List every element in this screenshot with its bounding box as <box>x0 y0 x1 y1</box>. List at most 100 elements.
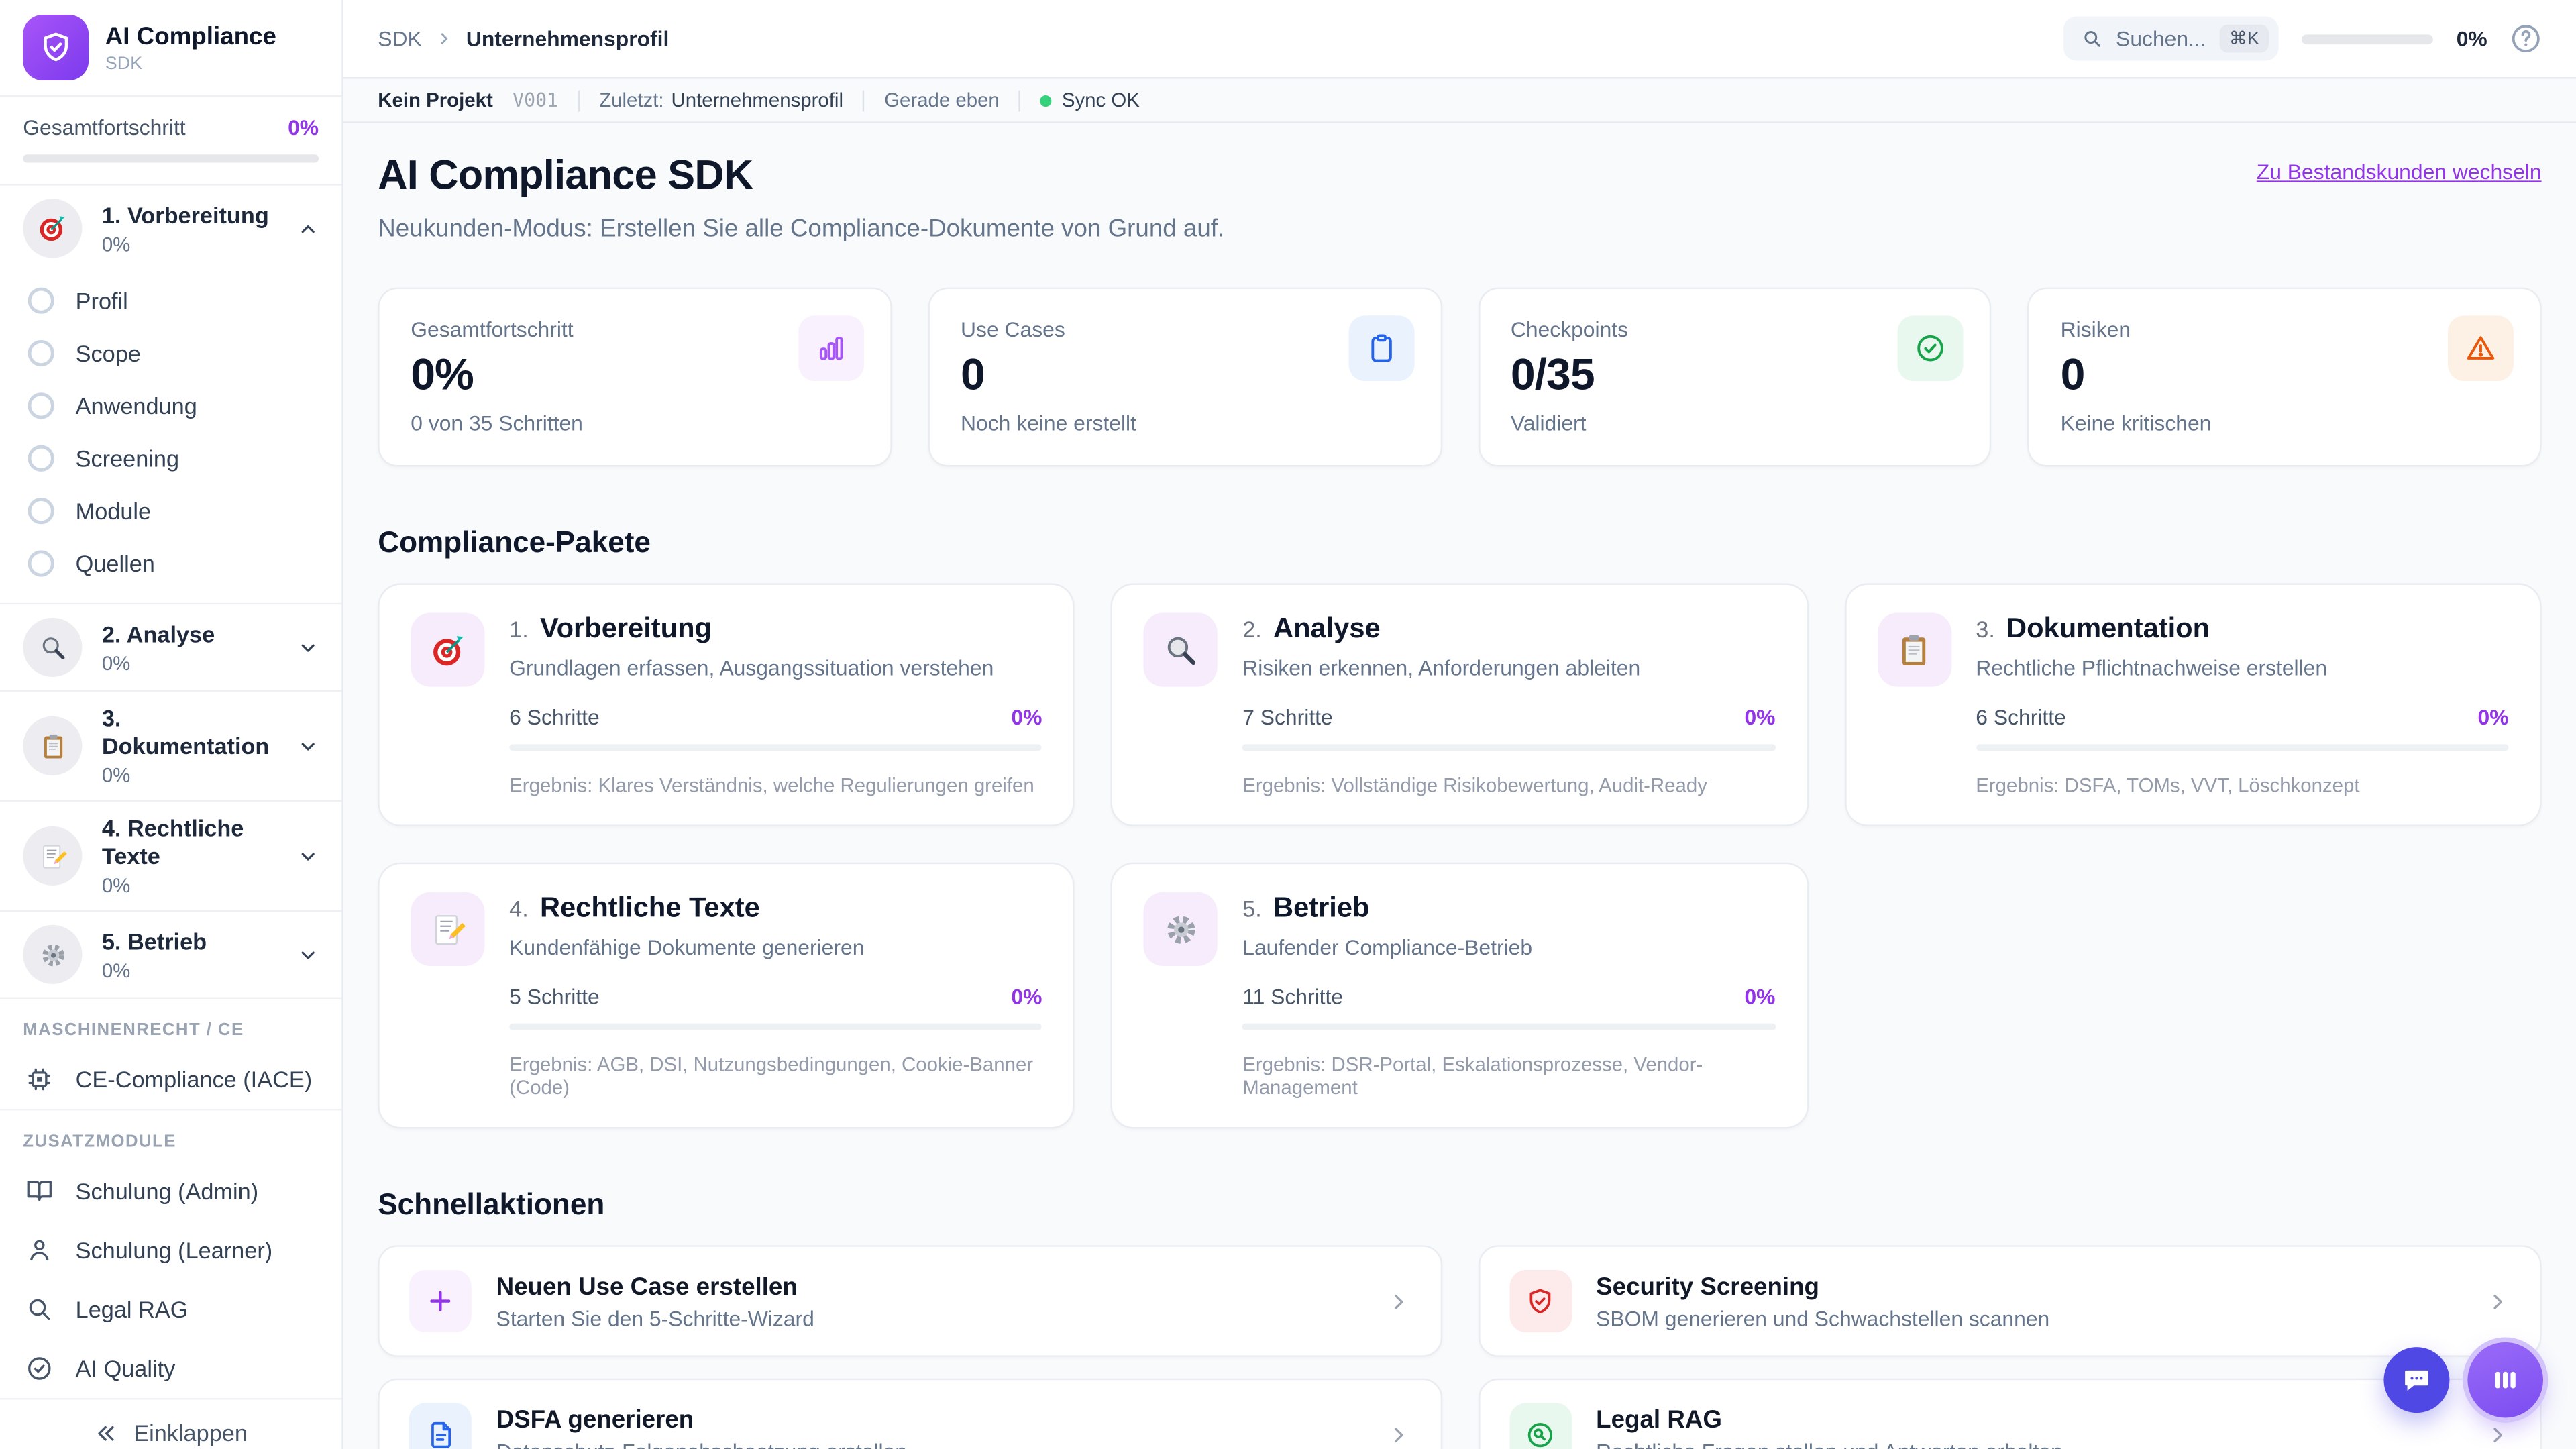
quick-action-legal-rag[interactable]: Legal RAG Rechtliche Fragen stellen und … <box>1477 1378 2542 1449</box>
sidebar-section-block-vorbereitung: 1. Vorbereitung 0% Profil Scope Anwendun… <box>0 186 342 605</box>
group-label: ZUSATZMODULE <box>23 1132 176 1152</box>
chat-bubble-icon <box>2400 1364 2433 1397</box>
package-card-rechtliche-texte[interactable]: 4. Rechtliche Texte Kundenfähige Dokumen… <box>378 862 1075 1129</box>
breadcrumb-chevron-icon <box>435 30 453 48</box>
app-subtitle: SDK <box>105 53 143 73</box>
sidebar-item-ai-quality[interactable]: AI Quality <box>0 1339 341 1398</box>
stat-cards: Gesamtfortschritt 0% 0 von 35 Schritten … <box>378 287 2542 467</box>
stat-card-gesamtfortschritt: Gesamtfortschritt 0% 0 von 35 Schritten <box>378 287 892 467</box>
columns-icon <box>2489 1364 2522 1397</box>
rag-search-icon <box>1509 1403 1572 1449</box>
collapse-sidebar-button[interactable]: Einklappen <box>94 1419 248 1446</box>
chevron-right-icon <box>2485 1422 2510 1447</box>
sidebar-item-profil[interactable]: Profil <box>0 274 341 327</box>
header-progress-percent: 0% <box>2456 26 2487 51</box>
version-badge: V001 <box>513 89 559 112</box>
package-progress-bar <box>1242 1023 1776 1030</box>
chevron-down-icon <box>297 944 319 965</box>
package-card-vorbereitung[interactable]: 1. Vorbereitung Grundlagen erfassen, Aus… <box>378 583 1075 826</box>
divider <box>863 89 865 111</box>
step-circle-icon <box>28 287 54 314</box>
step-circle-icon <box>28 550 54 577</box>
breadcrumb-current: Unternehmensprofil <box>466 26 669 51</box>
double-chevron-left-icon <box>94 1420 119 1445</box>
sidebar-item-ce-compliance[interactable]: CE-Compliance (IACE) <box>0 1050 341 1109</box>
sidebar-group-zusatzmodule: ZUSATZMODULE Schulung (Admin) Schulung (… <box>0 1111 341 1399</box>
sidebar-section-analyse[interactable]: 2. Analyse 0% <box>0 604 342 692</box>
memo-icon <box>411 892 485 967</box>
step-circle-icon <box>28 392 54 419</box>
keyboard-shortcut-badge: ⌘K <box>2219 24 2269 53</box>
chevron-down-icon <box>297 735 319 757</box>
sidebar-section-rechtliche-texte[interactable]: 4. Rechtliche Texte 0% <box>0 802 342 912</box>
book-icon <box>23 1175 56 1208</box>
app-logo-block: AI Compliance SDK <box>0 0 342 97</box>
sidebar-item-module[interactable]: Module <box>0 484 341 537</box>
overall-progress-percent: 0% <box>288 115 319 140</box>
sidebar-item-screening[interactable]: Screening <box>0 432 341 484</box>
package-progress-bar <box>1976 744 2509 751</box>
chevron-down-icon <box>297 637 319 658</box>
sidebar-item-schulung-admin[interactable]: Schulung (Admin) <box>0 1161 341 1220</box>
clipboard-icon <box>23 716 83 775</box>
sidebar-section-dokumentation[interactable]: 3. Dokumentation 0% <box>0 692 342 802</box>
target-icon <box>411 612 485 687</box>
sidebar-item-anwendung[interactable]: Anwendung <box>0 380 341 432</box>
package-card-betrieb[interactable]: 5. Betrieb Laufender Compliance-Betrieb … <box>1111 862 1809 1129</box>
section-title: 1. Vorbereitung <box>101 201 269 228</box>
target-icon <box>23 199 83 258</box>
switch-customer-mode-link[interactable]: Zu Bestandskunden wechseln <box>2257 160 2542 184</box>
package-progress-bar <box>509 1023 1042 1030</box>
quick-action-dsfa-generieren[interactable]: DSFA generieren Datenschutz-Folgenabscha… <box>378 1378 1442 1449</box>
board-fab-button[interactable] <box>2467 1342 2544 1418</box>
search-icon <box>2082 28 2103 50</box>
sidebar-item-scope[interactable]: Scope <box>0 327 341 379</box>
sidebar-footer: Einklappen Exportieren <box>0 1398 342 1449</box>
plus-icon <box>409 1270 472 1333</box>
check-circle-icon <box>23 1352 56 1385</box>
breadcrumb-sdk[interactable]: SDK <box>378 26 421 51</box>
magnifier-icon <box>23 617 83 677</box>
package-cards: 1. Vorbereitung Grundlagen erfassen, Aus… <box>378 583 2542 1129</box>
gear-icon <box>1144 892 1218 967</box>
chevron-up-icon <box>297 217 319 239</box>
page-subtitle: Neukunden-Modus: Erstellen Sie alle Comp… <box>378 215 1225 244</box>
overall-progress-bar <box>23 154 319 163</box>
chevron-right-icon <box>1386 1422 1411 1447</box>
quick-actions-heading: Schnellaktionen <box>378 1187 605 1221</box>
sidebar-item-legal-rag[interactable]: Legal RAG <box>0 1280 341 1339</box>
magnifier-icon <box>1144 612 1218 687</box>
last-label: Zuletzt: <box>599 89 664 112</box>
chat-fab-button[interactable] <box>2383 1347 2450 1413</box>
floating-buttons <box>2383 1342 2544 1418</box>
quick-actions: Neuen Use Case erstellen Starten Sie den… <box>378 1245 2542 1449</box>
stat-card-checkpoints: Checkpoints 0/35 Validiert <box>1477 287 1992 467</box>
main-content: AI Compliance SDK Zu Bestandskunden wech… <box>343 123 2576 1449</box>
main-column: SDK Unternehmensprofil Suchen... ⌘K 0% K… <box>343 0 2576 1449</box>
header-progress-bar <box>2302 34 2434 44</box>
stat-card-use-cases: Use Cases 0 Noch keine erstellt <box>928 287 1442 467</box>
sidebar-section-vorbereitung[interactable]: 1. Vorbereitung 0% <box>0 186 341 271</box>
app-name: AI Compliance <box>105 22 276 50</box>
quick-action-security-screening[interactable]: Security Screening SBOM generieren und S… <box>1477 1245 2542 1357</box>
quick-action-new-use-case[interactable]: Neuen Use Case erstellen Starten Sie den… <box>378 1245 1442 1357</box>
warning-triangle-icon <box>2447 315 2514 382</box>
shield-check-icon <box>1509 1270 1572 1333</box>
breadcrumb: SDK Unternehmensprofil <box>378 26 669 51</box>
shield-logo-icon <box>23 15 89 81</box>
package-progress-bar <box>509 744 1042 751</box>
bar-chart-icon <box>798 315 864 382</box>
package-card-analyse[interactable]: 2. Analyse Risiken erkennen, Anforderung… <box>1111 583 1809 826</box>
package-card-dokumentation[interactable]: 3. Dokumentation Rechtliche Pflichtnachw… <box>1844 583 2542 826</box>
top-bar: SDK Unternehmensprofil Suchen... ⌘K 0% <box>343 0 2576 79</box>
sidebar-item-schulung-learner[interactable]: Schulung (Learner) <box>0 1221 341 1280</box>
chevron-down-icon <box>297 845 319 867</box>
sync-status: Sync OK <box>1040 89 1140 112</box>
help-icon[interactable] <box>2510 23 2542 54</box>
sidebar-section-betrieb[interactable]: 5. Betrieb 0% <box>0 912 342 999</box>
page-title: AI Compliance SDK <box>378 152 753 199</box>
sidebar-subitems: Profil Scope Anwendung Screening Module <box>0 271 341 603</box>
sidebar-item-quellen[interactable]: Quellen <box>0 537 341 590</box>
step-circle-icon <box>28 445 54 472</box>
search-input[interactable]: Suchen... ⌘K <box>2063 16 2279 61</box>
